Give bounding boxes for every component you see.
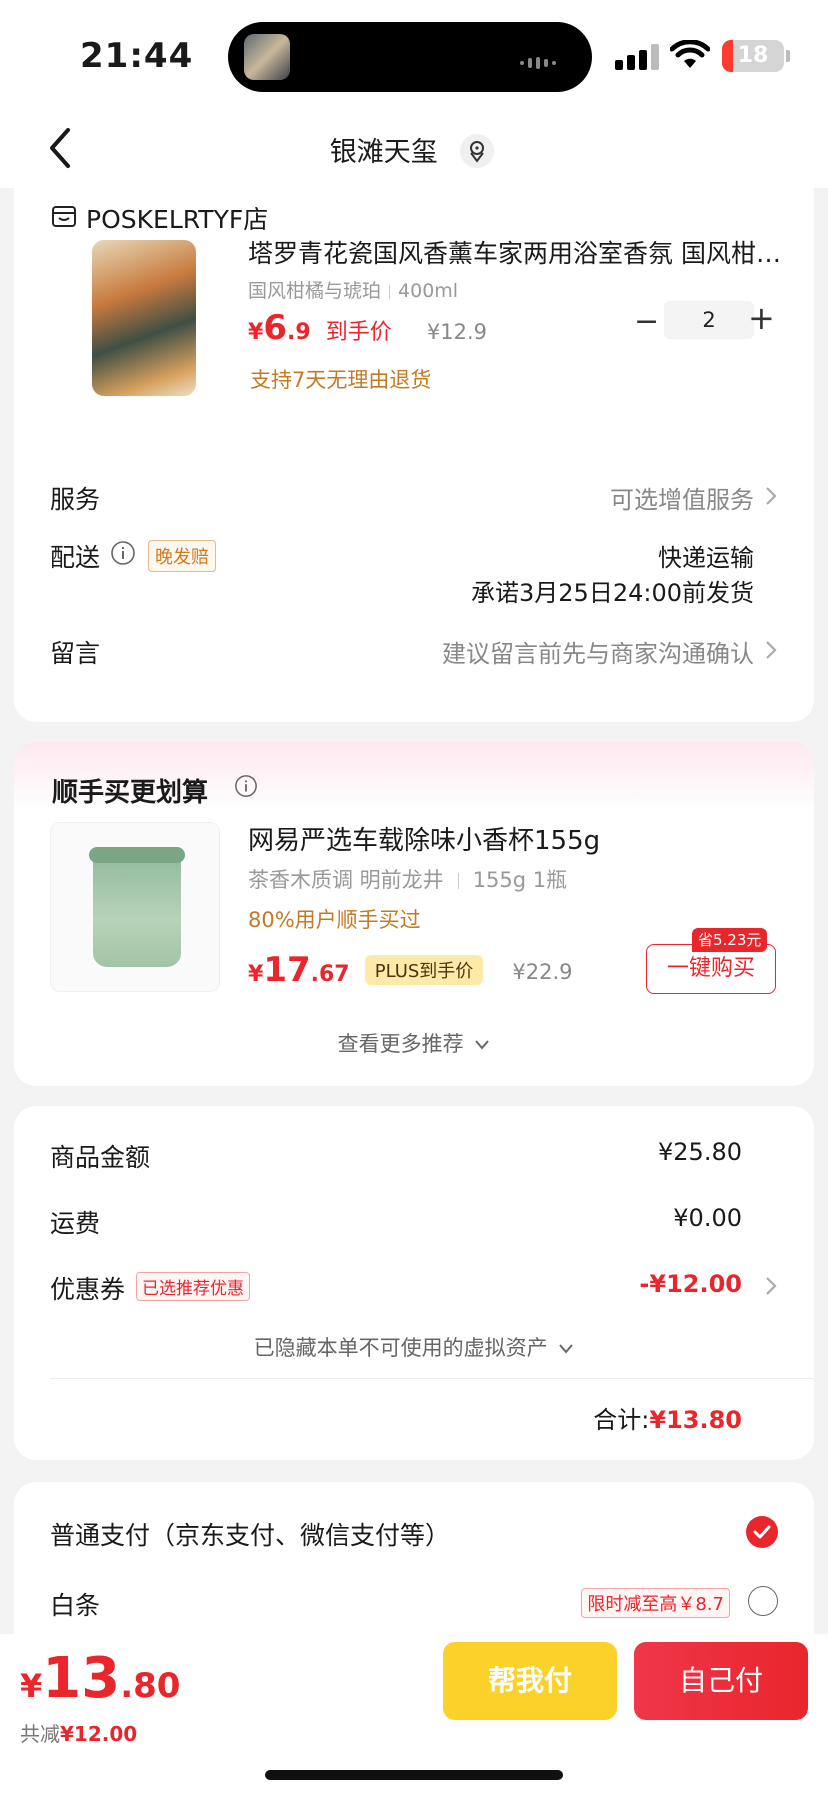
total-label: 合计: [593,1406,650,1434]
status-bar: 21:44 18 [0,0,828,110]
product-spec: 国风柑橘与琥珀 400ml [248,276,458,303]
cellular-signal-icon [615,44,659,70]
home-indicator[interactable] [265,1770,563,1780]
address-title[interactable]: 银滩天玺 [330,137,438,168]
baitiao-promo-tag: 限时减至高￥8.7 [581,1588,730,1618]
wifi-icon [670,40,710,68]
plus-price-badge: PLUS到手价 [364,955,484,985]
quantity-increase-button[interactable]: + [748,299,775,337]
recommend-spec-size: 155g 1瓶 [472,868,568,892]
delivery-label: 配送 [50,543,101,572]
dynamic-island[interactable] [228,22,592,92]
recommend-title: 顺手买更划算 [52,778,209,808]
return-policy: 支持7天无理由退货 [250,368,432,392]
service-value[interactable]: 可选增值服务 [610,480,754,515]
audio-wave-icon [520,52,566,69]
product-image[interactable] [92,240,196,396]
delivery-promise: 承诺3月25日24:00前发货 [471,579,754,607]
coupon-value[interactable]: -¥12.00 [639,1270,742,1298]
payment-method-card: 普通支付（京东支付、微信支付等） 白条 限时减至高￥8.7 [14,1482,814,1652]
recommend-product-spec: 茶香木质调 明前龙井 155g 1瓶 [248,864,567,894]
chevron-down-icon [559,1344,574,1354]
recommend-spec-scent: 茶香木质调 明前龙井 [248,868,444,892]
battery-tip [786,50,790,62]
status-time: 21:44 [80,36,194,76]
order-item-card: POSKELRTYF店 塔罗青花瓷国风香薰车家两用浴室香氛 国风柑橘与琥珀 国风… [14,188,814,722]
coupon-tag: 已选推荐优惠 [136,1272,250,1301]
checkout-total-decimal: .80 [120,1666,181,1706]
checkout-total-integer: 13 [42,1646,121,1711]
shipping-value: ¥0.00 [673,1204,742,1232]
checkout-savings: 共减¥12.00 [20,1718,137,1747]
chevron-right-icon[interactable] [764,1275,778,1297]
battery-indicator: 18 [722,40,784,72]
more-recommend-link[interactable]: 查看更多推荐 [14,1028,814,1058]
message-label: 留言 [50,639,101,668]
price-decimal: .9 [286,320,311,345]
product-spec-variant: 国风柑橘与琥珀 [248,280,382,302]
price-integer: 6 [263,308,287,348]
price-summary-card: 商品金额 ¥25.80 运费 ¥0.00 优惠券 已选推荐优惠 -¥12.00 … [14,1106,814,1460]
summary-divider [50,1378,814,1379]
delivery-method: 快递运输 [658,544,754,572]
price-label: 到手价 [325,320,392,345]
price-integer: 17 [263,950,311,990]
late-compensation-tag: 晚发赔 [148,540,216,572]
chevron-right-icon[interactable] [764,485,778,507]
total-value: ¥13.80 [649,1406,742,1434]
order-total: 合计:¥13.80 [593,1400,742,1435]
quantity-decrease-button[interactable]: − [634,304,659,339]
original-price: ¥12.9 [426,320,487,344]
shipping-label: 运费 [50,1209,101,1238]
coupon-label: 优惠券 [50,1275,126,1304]
chevron-right-icon[interactable] [764,639,778,661]
service-label: 服务 [50,485,101,514]
payment-selected-checkbox[interactable] [746,1516,778,1548]
quantity-field[interactable]: 2 [664,301,754,339]
price-currency: ¥ [248,320,264,345]
info-icon[interactable] [234,774,258,798]
recommend-bought-stat: 80%用户顺手买过 [248,908,421,932]
recommend-card: 顺手买更划算 网易严选车载除味小香杯155g 茶香木质调 明前龙井 155g 1瓶… [14,742,814,1086]
location-pin-icon[interactable] [460,133,495,168]
goods-amount-value: ¥25.80 [658,1138,742,1166]
price-currency: ¥ [248,962,264,987]
recommend-product-image[interactable] [50,822,220,992]
product-title[interactable]: 塔罗青花瓷国风香薰车家两用浴室香氛 国风柑橘与琥珀 [248,234,788,270]
shop-name[interactable]: POSKELRTYF店 [86,200,268,236]
recommend-price: ¥17.67 PLUS到手价 ¥22.9 [248,950,573,990]
savings-prefix: 共减 [20,1722,60,1746]
checkout-total: ¥13.80 [20,1646,180,1711]
info-icon[interactable] [110,540,136,566]
battery-percent: 18 [737,43,769,68]
pay-myself-button[interactable]: 自己付 [634,1642,808,1720]
nav-bar: 银滩天玺 [0,110,828,188]
recommend-product-title[interactable]: 网易严选车载除味小香杯155g [248,820,600,857]
nav-title: 银滩天玺 [0,130,828,171]
check-icon [753,1525,771,1539]
checkout-bar: ¥13.80 共减¥12.00 帮我付 自己付 [0,1634,828,1795]
product-price: ¥6.9 到手价 ¥12.9 [248,308,487,348]
save-badge: 省5.23元 [692,928,768,952]
normal-payment-label[interactable]: 普通支付（京东支付、微信支付等） [50,1516,450,1552]
baitiao-radio[interactable] [748,1586,778,1616]
recommend-original-price: ¥22.9 [512,960,573,984]
price-decimal: .67 [310,962,350,987]
hidden-assets-label: 已隐藏本单不可使用的虚拟资产 [253,1336,548,1360]
more-recommend-label: 查看更多推荐 [337,1032,464,1056]
product-spec-size: 400ml [398,280,459,302]
goods-amount-label: 商品金额 [50,1143,151,1172]
checkout-currency: ¥ [20,1667,43,1705]
shop-icon [52,206,76,227]
now-playing-artwork [244,34,290,80]
baitiao-label[interactable]: 白条 [50,1586,100,1622]
savings-value: ¥12.00 [60,1722,138,1746]
hidden-assets-toggle[interactable]: 已隐藏本单不可使用的虚拟资产 [14,1332,814,1362]
help-me-pay-button[interactable]: 帮我付 [443,1642,617,1720]
product-cup-graphic [89,847,185,967]
message-input[interactable]: 建议留言前先与商家沟通确认 [442,634,754,669]
chevron-down-icon [475,1040,490,1050]
